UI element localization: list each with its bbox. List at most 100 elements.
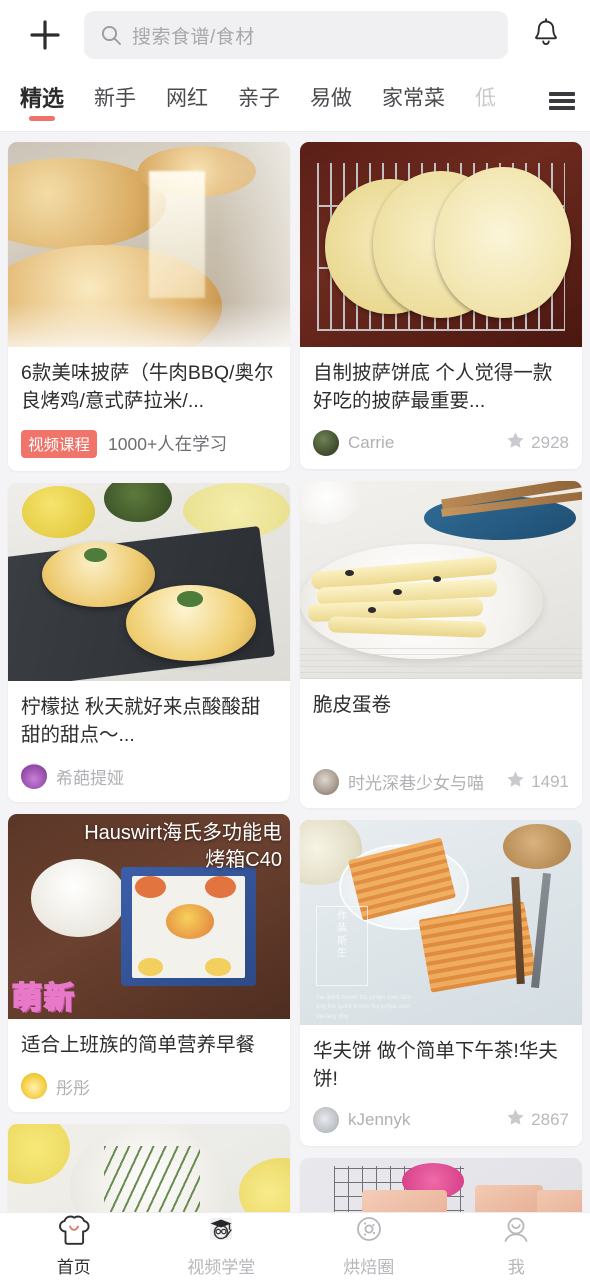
recipe-card-meta: 时光深巷少女与喵 1491 [313,768,569,795]
tab-jingxuan[interactable]: 精选 [18,77,66,125]
tab-xinshou[interactable]: 新手 [92,78,138,124]
like-count: 2928 [531,432,569,452]
nav-item-video-classroom[interactable]: 视频学堂 [148,1215,296,1278]
recipe-card[interactable]: 6款美味披萨（牛肉BBQ/奥尔良烤鸡/意式萨拉米/... 视频课程 1000+人… [8,142,290,471]
category-tab-bar: 精选 新手 网红 亲子 易做 家常菜 低 [0,70,590,132]
image-watermark: 作装斯生 [316,905,368,986]
like-count-group: 1491 [506,770,569,794]
recipe-author[interactable]: Carrie [313,429,394,456]
active-tab-indicator [29,115,55,121]
tab-label: 精选 [20,85,65,111]
top-bar: 搜索食谱/食材 [0,0,590,70]
recipe-course-meta: 视频课程 1000+人在学习 [21,429,277,458]
image-watermark-subtext: the quick brown fox jumps over lazy dog … [316,994,412,1021]
avatar [313,768,339,795]
recipe-title: 脆皮蛋卷 [313,693,392,716]
recipe-card[interactable]: Hauswirt海氏多功能电烤箱C40 萌新 适合上班族的简单营养早餐 彤彤 [8,814,290,1113]
recipe-title: 柠檬挞 秋天就好来点酸酸甜甜的甜点～... [21,695,261,746]
star-icon [506,770,525,794]
recipe-image[interactable]: Hauswirt海氏多功能电烤箱C40 萌新 [8,814,290,1020]
recipe-card-body: 自制披萨饼底 个人觉得一款好吃的披萨最重要... Carrie 2928 [300,347,582,469]
new-user-sticker: 萌新 [11,981,76,1016]
like-count: 1491 [531,771,569,791]
nav-label: 视频学堂 [187,1258,256,1277]
recipe-title: 6款美味披萨（牛肉BBQ/奥尔良烤鸡/意式萨拉米/... [21,362,274,413]
learner-count: 1000+人在学习 [108,434,228,455]
bell-icon [531,17,561,54]
recipe-card[interactable]: 自制披萨饼底 个人觉得一款好吃的披萨最重要... Carrie 2928 [300,142,582,469]
tab-label: 网红 [166,86,209,110]
recipe-card-meta: kJennyk 2867 [313,1107,569,1134]
masonry-grid: 6款美味披萨（牛肉BBQ/奥尔良烤鸡/意式萨拉米/... 视频课程 1000+人… [8,142,582,1212]
tab-label: 易做 [310,86,353,110]
recipe-title: 自制披萨饼底 个人觉得一款好吃的披萨最重要... [313,362,553,413]
recipe-card[interactable]: 柠檬挞 秋天就好来点酸酸甜甜的甜点～... 希葩提娅 [8,482,290,803]
category-tabs-scroller[interactable]: 精选 新手 网红 亲子 易做 家常菜 低 [0,70,534,131]
nav-label: 烘焙圈 [343,1258,395,1277]
recipe-image[interactable] [300,142,582,347]
feed-column-right: 自制披萨饼底 个人觉得一款好吃的披萨最重要... Carrie 2928 脆皮蛋… [300,142,582,1212]
author-name: 彤彤 [56,1078,90,1098]
category-menu-button[interactable] [534,70,590,131]
tab-label: 低 [475,86,497,110]
recipe-card[interactable]: 脆皮蛋卷 时光深巷少女与喵 1491 [300,480,582,808]
search-input[interactable]: 搜索食谱/食材 [132,22,255,49]
nav-item-baking-circle[interactable]: 烘焙圈 [295,1215,443,1278]
plus-icon [28,18,62,52]
recipe-author[interactable]: 时光深巷少女与喵 [313,768,484,795]
recipe-feed[interactable]: 6款美味披萨（牛肉BBQ/奥尔良烤鸡/意式萨拉米/... 视频课程 1000+人… [0,132,590,1212]
nav-label: 首页 [56,1258,91,1277]
nav-item-profile[interactable]: 我 [443,1215,590,1278]
like-count: 2867 [531,1110,569,1130]
recipe-author[interactable]: 彤彤 [21,1073,90,1100]
recipe-image[interactable] [300,1158,582,1212]
author-name: 希葩提娅 [56,768,124,788]
recipe-image[interactable] [8,1124,290,1212]
recipe-author[interactable]: kJennyk [313,1107,411,1134]
nav-item-home[interactable]: 首页 [0,1215,148,1278]
donut-icon [352,1215,386,1250]
avatar [21,1073,47,1100]
recipe-author[interactable]: 希葩提娅 [21,763,124,790]
like-count-group: 2867 [506,1108,569,1132]
recipe-card[interactable] [8,1124,290,1212]
recipe-card-body: 柠檬挞 秋天就好来点酸酸甜甜的甜点～... 希葩提娅 [8,681,290,803]
recipe-image[interactable] [300,480,582,679]
recipe-card-body: 脆皮蛋卷 时光深巷少女与喵 1491 [300,679,582,808]
recipe-image[interactable]: 作装斯生 the quick brown fox jumps over lazy… [300,819,582,1025]
tab-yizuo[interactable]: 易做 [308,78,354,124]
graduate-student-icon [204,1215,238,1250]
search-icon [100,24,122,46]
tab-label: 亲子 [238,86,281,110]
recipe-image[interactable] [8,142,290,347]
promo-overlay-title: Hauswirt海氏多功能电烤箱C40 [84,822,282,872]
star-icon [506,1108,525,1132]
recipe-card-body: 6款美味披萨（牛肉BBQ/奥尔良烤鸡/意式萨拉米/... 视频课程 1000+人… [8,347,290,471]
recipe-card[interactable]: 作装斯生 the quick brown fox jumps over lazy… [300,819,582,1147]
video-course-badge: 视频课程 [21,429,98,458]
recipe-card-meta: 彤彤 [21,1073,277,1100]
hamburger-menu-icon [549,89,575,113]
tab-jiachangcai[interactable]: 家常菜 [380,78,447,124]
recipe-card[interactable] [300,1158,582,1212]
avatar [313,429,339,456]
avatar [21,763,47,790]
search-bar[interactable]: 搜索食谱/食材 [84,11,508,59]
add-recipe-button[interactable] [20,10,70,60]
tab-wanghong[interactable]: 网红 [164,78,210,124]
avatar [313,1107,339,1134]
tab-di[interactable]: 低 [473,78,498,124]
notifications-button[interactable] [522,11,570,59]
recipe-card-body: 适合上班族的简单营养早餐 彤彤 [8,1019,290,1112]
author-name: kJennyk [348,1110,411,1130]
app-screen: 搜索食谱/食材 精选 新手 网红 亲子 易做 家常菜 低 6款美味披萨（牛肉BB… [0,0,590,1280]
tab-label: 家常菜 [382,86,446,110]
tab-qinzi[interactable]: 亲子 [236,78,282,124]
nav-label: 我 [507,1258,525,1277]
author-name: 时光深巷少女与喵 [348,774,484,794]
recipe-card-body: 华夫饼 做个简单下午茶!华夫饼! kJennyk 2867 [300,1025,582,1147]
recipe-card-meta: Carrie 2928 [313,429,569,456]
user-smile-icon [499,1215,533,1250]
bottom-navigation: 首页 视频学堂 烘焙圈 我 [0,1212,590,1280]
recipe-image[interactable] [8,482,290,681]
